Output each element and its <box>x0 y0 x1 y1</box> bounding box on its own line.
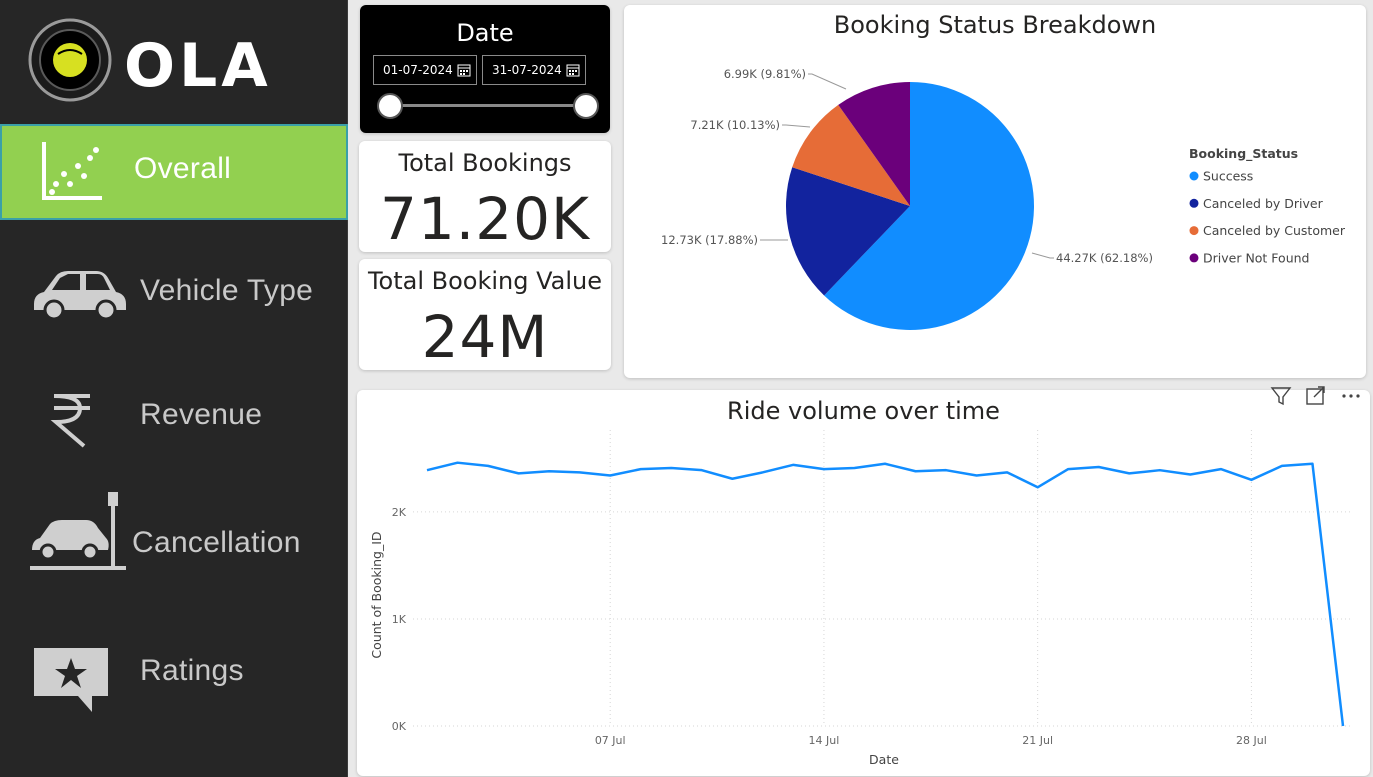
total-bookings-label: Total Bookings <box>398 149 572 177</box>
legend-marker <box>1189 198 1199 208</box>
sidebar-item-vehicle-type[interactable]: Vehicle Type <box>0 244 348 340</box>
sidebar-item-label: Vehicle Type <box>140 274 314 307</box>
pie-chart: 44.27K (62.18%) 12.73K (17.88%) 7.21K (10.… <box>661 67 1346 331</box>
end-date-value: 31-07-2024 <box>492 63 562 77</box>
booking-status-pie-visual[interactable]: Booking Status Breakdown 44.27K (62.18%)… <box>624 5 1366 378</box>
car-crash-icon <box>30 492 126 570</box>
pie-data-label: 7.21K (10.13%) <box>690 118 780 132</box>
sidebar-item-label: Revenue <box>140 398 263 431</box>
rupee-icon <box>50 394 90 448</box>
x-tick-label: 28 Jul <box>1236 734 1267 747</box>
sidebar-item-label: Overall <box>134 152 232 185</box>
total-booking-value-value: 24M <box>421 303 549 371</box>
sidebar-item-cancellation[interactable]: Cancellation <box>0 490 348 586</box>
start-date-input[interactable]: 01-07-2024 <box>373 55 477 85</box>
calendar-icon[interactable] <box>457 63 471 77</box>
legend-marker <box>1189 171 1199 181</box>
star-comment-icon <box>34 648 108 712</box>
x-axis-title: Date <box>869 752 899 767</box>
total-booking-value-label: Total Booking Value <box>367 267 603 295</box>
legend-marker <box>1189 253 1199 263</box>
sidebar-item-label: Cancellation <box>132 526 301 559</box>
date-slider-end-handle[interactable] <box>573 93 599 119</box>
x-tick-label: 14 Jul <box>809 734 840 747</box>
sidebar-item-ratings[interactable]: Ratings <box>0 628 348 724</box>
legend-item: Success <box>1203 169 1253 184</box>
y-axis-title: Count of Booking_ID <box>369 531 384 658</box>
pie-data-label: 6.99K (9.81%) <box>724 67 806 81</box>
date-slicer: Date 01-07-2024 31-07-2024 <box>360 5 610 133</box>
date-slider-track[interactable] <box>390 104 586 107</box>
y-tick-label: 1K <box>392 613 407 626</box>
line-chart: 0K 1K 2K 07 Jul 14 Jul 21 Jul 28 Jul Date Count … <box>369 430 1353 767</box>
more-options-icon[interactable] <box>1338 383 1364 409</box>
ride-volume-line-visual[interactable]: Ride volume over time 0K 1K 2K 07 Jul 14 Jul… <box>357 390 1370 776</box>
scatter-chart-icon <box>42 142 102 200</box>
y-tick-label: 0K <box>392 720 407 733</box>
end-date-input[interactable]: 31-07-2024 <box>482 55 586 85</box>
sidebar-nav: OLA Overall Vehicle Type Revenue Cancell… <box>0 0 348 777</box>
date-slider-start-handle[interactable] <box>377 93 403 119</box>
ride-volume-series-line <box>426 461 1345 727</box>
ola-logo-icon: OLA <box>28 18 272 102</box>
legend-item: Canceled by Driver <box>1203 196 1324 211</box>
pie-leader-line <box>782 124 811 128</box>
legend-item: Driver Not Found <box>1203 250 1309 265</box>
legend-item: Canceled by Customer <box>1203 223 1346 238</box>
sidebar-item-label: Ratings <box>140 654 244 687</box>
focus-mode-icon[interactable] <box>1303 383 1329 409</box>
pie-data-label: 12.73K (17.88%) <box>661 233 758 247</box>
sidebar-item-overall[interactable]: Overall <box>0 124 348 220</box>
sidebar-item-revenue[interactable]: Revenue <box>0 368 348 464</box>
calendar-icon[interactable] <box>566 63 580 77</box>
ola-logo: OLA <box>28 18 328 102</box>
visual-header-toolbar <box>1268 383 1368 409</box>
legend-marker <box>1189 226 1199 236</box>
date-slicer-title: Date <box>456 19 514 47</box>
x-tick-label: 21 Jul <box>1022 734 1053 747</box>
legend-title: Booking_Status <box>1189 146 1298 162</box>
pie-leader-line <box>808 73 847 90</box>
start-date-value: 01-07-2024 <box>383 63 453 77</box>
x-tick-label: 07 Jul <box>595 734 626 747</box>
y-tick-label: 2K <box>392 506 407 519</box>
total-bookings-value: 71.20K <box>379 185 591 253</box>
car-icon <box>34 271 126 321</box>
filter-icon[interactable] <box>1268 383 1294 409</box>
total-bookings-card: Total Bookings 71.20K <box>359 141 611 253</box>
pie-leader-line <box>1031 252 1054 259</box>
pie-data-label: 44.27K (62.18%) <box>1056 251 1153 265</box>
logo-text: OLA <box>124 31 272 101</box>
total-booking-value-card: Total Booking Value 24M <box>359 259 611 371</box>
